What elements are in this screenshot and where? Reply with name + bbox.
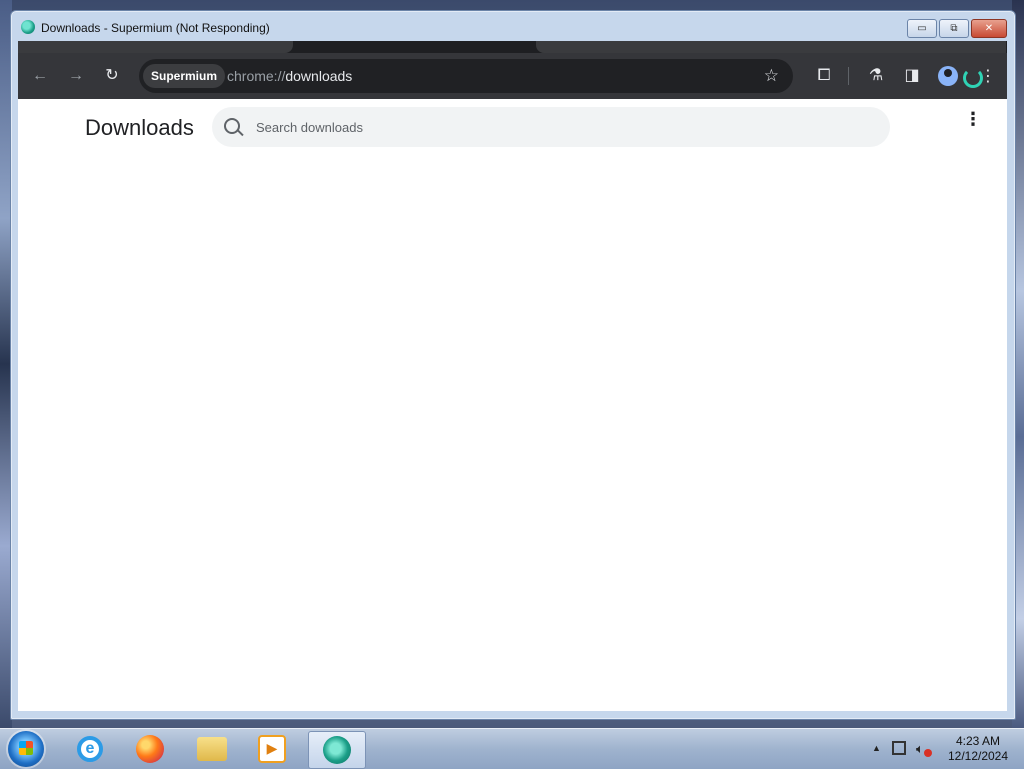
supermium-app-icon — [21, 20, 35, 34]
tab-active[interactable] — [18, 41, 293, 53]
profile-avatar-icon[interactable] — [938, 66, 958, 86]
tab-strip — [18, 41, 1007, 53]
browser-content: ← → ↻ Supermium chrome://downloads ☆ ⧠ ⚗… — [18, 41, 1007, 711]
taskbar-app-internet-explorer[interactable]: e — [62, 731, 118, 767]
supermium-icon — [323, 736, 351, 764]
page-title: Downloads — [85, 115, 194, 140]
forward-arrow-icon[interactable]: → — [66, 66, 86, 86]
taskbar-app-file-explorer[interactable] — [184, 731, 240, 767]
url-text[interactable]: chrome://downloads — [227, 68, 352, 84]
address-bar[interactable]: Supermium chrome://downloads ☆ — [139, 59, 793, 93]
browser-window: Downloads - Supermium (Not Responding) ▭… — [10, 10, 1016, 720]
puzzle-icon[interactable]: ⧠ — [813, 65, 835, 87]
firefox-icon — [136, 735, 164, 763]
clock-date: 12/12/2024 — [947, 749, 1009, 763]
search-box[interactable] — [212, 107, 890, 147]
url-path: downloads — [285, 68, 353, 84]
internet-explorer-icon: e — [77, 736, 103, 762]
minimize-button[interactable]: ▭ — [907, 19, 937, 38]
clock[interactable]: 4:23 AM 12/12/2024 — [942, 734, 1014, 764]
more-vertical-icon[interactable]: ⋮ — [964, 110, 982, 128]
media-player-icon: ▶ — [258, 735, 286, 763]
site-chip[interactable]: Supermium — [143, 64, 226, 88]
mute-badge-icon — [924, 749, 932, 757]
reload-icon[interactable]: ↻ — [102, 66, 122, 86]
tab-strip-region — [536, 41, 1006, 53]
taskbar-app-media-player[interactable]: ▶ — [244, 731, 300, 767]
maximize-button[interactable]: ⧉ — [939, 19, 969, 38]
search-icon — [224, 118, 240, 134]
taskbar-app-supermium[interactable] — [308, 731, 366, 769]
close-button[interactable]: ✕ — [971, 19, 1007, 38]
downloads-header: Downloads ⋮ — [18, 99, 1007, 155]
toolbar-separator — [848, 67, 849, 85]
window-controls: ▭ ⧉ ✕ — [907, 19, 1007, 38]
start-button[interactable] — [8, 731, 44, 767]
kebab-menu-icon[interactable]: ⋮ — [980, 66, 996, 86]
browser-toolbar: ← → ↻ Supermium chrome://downloads ☆ ⧠ ⚗… — [18, 53, 1007, 99]
show-hidden-icons-icon[interactable]: ▲ — [872, 743, 881, 753]
taskbar-app-firefox[interactable] — [122, 731, 178, 767]
url-prefix: chrome:// — [227, 68, 286, 84]
clock-time: 4:23 AM — [955, 734, 1001, 748]
flask-icon[interactable]: ⚗ — [865, 65, 887, 87]
network-icon[interactable] — [892, 741, 906, 755]
taskbar: e ▶ ▲ 🔈︎ 4:23 AM 12/12/2024 — [0, 728, 1024, 769]
volume-muted-icon[interactable]: 🔈︎ — [916, 741, 924, 757]
folder-icon — [197, 737, 227, 761]
star-icon[interactable]: ☆ — [764, 66, 779, 86]
search-input[interactable] — [254, 116, 858, 138]
window-title: Downloads - Supermium (Not Responding) — [41, 21, 270, 35]
back-arrow-icon[interactable]: ← — [30, 66, 50, 86]
system-tray: ▲ 🔈︎ 4:23 AM 12/12/2024 — [864, 729, 1024, 769]
side-panel-icon[interactable]: ◨ — [901, 65, 923, 87]
window-titlebar[interactable]: Downloads - Supermium (Not Responding) ▭… — [11, 11, 1015, 41]
